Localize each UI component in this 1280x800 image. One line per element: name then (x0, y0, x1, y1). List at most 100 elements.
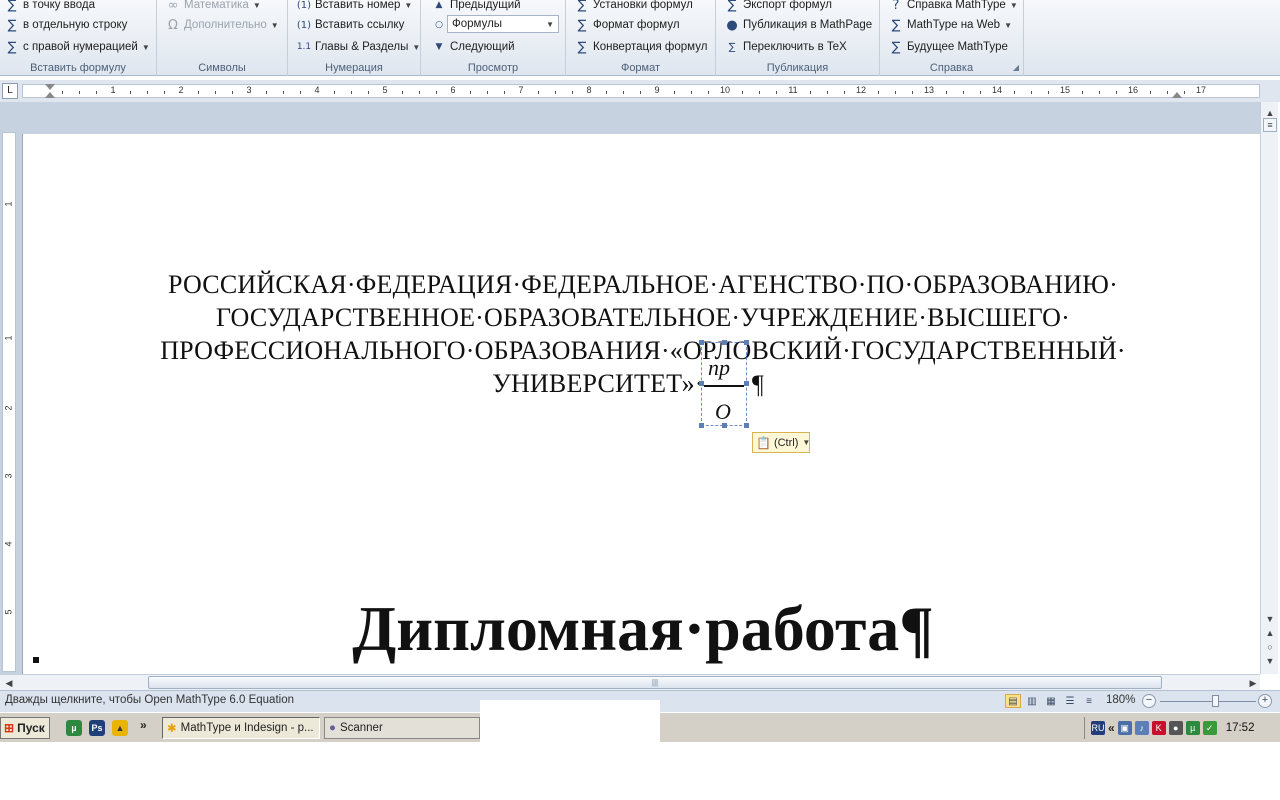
sound-icon[interactable]: ♪ (1134, 721, 1149, 735)
resize-handle[interactable] (722, 423, 727, 428)
status-text: Дважды щелкните, чтобы Open MathType 6.0… (5, 694, 294, 706)
ruler-number: 6 (450, 85, 456, 95)
zoom-slider-track[interactable] (1160, 701, 1256, 702)
ruler-number: 7 (518, 85, 524, 95)
resize-handle[interactable] (744, 381, 749, 386)
start-button[interactable]: ⊞ Пуск (0, 717, 50, 739)
resize-handle[interactable] (722, 340, 727, 345)
mathtype-equation-object[interactable]: пр О (699, 340, 749, 428)
publish-group: ∑ Экспорт формул ● Публикация в MathPage… (716, 0, 880, 76)
insert-reference-button[interactable]: (1) Вставить ссылку (296, 16, 404, 34)
task-mathtype-indesign[interactable]: ✱ MathType и Indesign - p... (162, 717, 320, 739)
ruler-tick (1048, 91, 1049, 94)
task-scanner[interactable]: ● Scanner (324, 717, 480, 739)
document-page[interactable]: РОССИЙСКАЯ·ФЕДЕРАЦИЯ·ФЕДЕРАЛЬНОЕ·АГЕНСТВ… (22, 134, 1260, 674)
resize-handle[interactable] (744, 340, 749, 345)
previous-page-button[interactable]: ▲ (1263, 626, 1277, 640)
ruler-tick (827, 91, 828, 94)
zoom-slider-thumb[interactable] (1212, 695, 1219, 707)
ruler-tick (1116, 91, 1117, 94)
ruler-tick (555, 91, 556, 94)
numbering-group: (1) Вставить номер ▼ (1) Вставить ссылку… (288, 0, 421, 76)
right-indent-marker[interactable] (1172, 92, 1182, 98)
scroll-down-button[interactable]: ▼ (1263, 612, 1277, 626)
left-indent-marker[interactable] (45, 92, 55, 98)
scroll-thumb[interactable] (1263, 132, 1277, 552)
tab-selector[interactable]: L (2, 83, 18, 99)
scroll-left-button[interactable]: ◀ (2, 676, 16, 690)
scroll-thumb[interactable]: ||| (148, 676, 1162, 689)
utorrent-tray-icon[interactable]: µ (1185, 721, 1200, 735)
publish-mathpage-button[interactable]: ● Публикация в MathPage (724, 16, 872, 34)
photoshop-icon[interactable]: Ps (89, 720, 105, 736)
horizontal-scrollbar[interactable]: ◀ ||| ▶ (0, 674, 1260, 690)
resize-handle[interactable] (699, 381, 704, 386)
kaspersky-icon[interactable]: K (1151, 721, 1166, 735)
mathtype-future-button[interactable]: ∑ Будущее MathType (888, 38, 1008, 56)
vertical-scrollbar[interactable]: ▲ ≡ ▼ ▲ ○ ▼ (1260, 102, 1278, 674)
fraction-bar (704, 385, 744, 387)
insert-numbered-button[interactable]: ∑ с правой нумерацией ▼ (4, 38, 150, 56)
extra-symbols-button[interactable]: Ω Дополнительно ▼ (165, 16, 279, 34)
scroll-right-button[interactable]: ▶ (1246, 676, 1260, 690)
formulas-combo[interactable]: Формулы ▼ (447, 15, 559, 33)
dialog-launcher-icon[interactable]: ◢ (1013, 63, 1019, 72)
tray-app-icon[interactable]: ● (1168, 721, 1183, 735)
update-icon[interactable]: ✓ (1202, 721, 1217, 735)
chapters-sections-button[interactable]: 1.1 Главы & Разделы ▼ (296, 38, 421, 56)
next-page-button[interactable]: ▼ (1263, 654, 1277, 668)
toggle-tex-button[interactable]: ∑ Переключить в TeX (724, 38, 847, 56)
formula-format-button[interactable]: ∑ Формат формул (574, 16, 680, 34)
zoom-level[interactable]: 180% (1106, 694, 1135, 706)
outline-view-button[interactable]: ☰ (1062, 694, 1078, 708)
mathtype-web-button[interactable]: ∑ MathType на Web ▼ (888, 16, 1012, 34)
resize-handle[interactable] (699, 340, 704, 345)
insert-number-button[interactable]: (1) Вставить номер ▼ (296, 0, 412, 14)
zoom-in-button[interactable]: + (1258, 694, 1272, 708)
vertical-ruler[interactable]: 1 1 2 3 4 5 (2, 132, 16, 672)
sigma-icon: ∑ (7, 0, 17, 13)
ruler-tick (674, 91, 675, 94)
ruler-number: 15 (1059, 85, 1071, 95)
next-button[interactable]: ▼ Следующий (431, 38, 515, 56)
math-symbols-button[interactable]: ∞ Математика ▼ (165, 0, 261, 14)
ruler-tick (742, 91, 743, 94)
previous-button[interactable]: ▲ Предыдущий (431, 0, 521, 14)
clock[interactable]: 17:52 (1226, 722, 1255, 734)
print-layout-view-button[interactable]: ▤ (1005, 694, 1021, 708)
web-layout-view-button[interactable]: ▦ (1043, 694, 1059, 708)
resize-handle[interactable] (699, 423, 704, 428)
network-icon[interactable]: ▣ (1117, 721, 1132, 735)
org-line: ПРОФЕССИОНАЛЬНОГО·ОБРАЗОВАНИЯ·«ОРЛОВСКИЙ… (160, 336, 1126, 365)
avast-icon[interactable]: ▲ (112, 720, 128, 736)
browse-object-button[interactable]: ○ (1263, 640, 1277, 654)
chevron-down-icon: ▼ (141, 42, 150, 52)
formula-convert-button[interactable]: ∑ Конвертация формул (574, 38, 708, 56)
export-formulas-button[interactable]: ∑ Экспорт формул (724, 0, 832, 14)
formula-settings-button[interactable]: ∑ Установки формул (574, 0, 693, 14)
convert-sigma-icon: ∑ (577, 39, 587, 55)
paste-options-button[interactable]: 📋 (Ctrl) ▼ (752, 432, 810, 453)
reading-view-button[interactable]: ▥ (1024, 694, 1040, 708)
zoom-out-button[interactable]: − (1142, 694, 1156, 708)
mathtype-help-button[interactable]: ? Справка MathType ▼ (888, 0, 1018, 14)
first-line-indent-marker[interactable] (45, 84, 55, 90)
windows-logo-icon: ⊞ (4, 721, 15, 735)
utorrent-icon[interactable]: µ (66, 720, 82, 736)
view-ruler-toggle[interactable]: ≡ (1263, 118, 1277, 132)
org-line: ГОСУДАРСТВЕННОЕ·ОБРАЗОВАТЕЛЬНОЕ·УЧРЕЖДЕН… (215, 303, 1071, 332)
ruler-number: 3 (246, 85, 252, 95)
document-title[interactable]: Дипломная·работа¶ (313, 594, 973, 664)
draft-view-button[interactable]: ≡ (1081, 694, 1097, 708)
circle-icon: ○ (435, 20, 443, 30)
insert-display-button[interactable]: ∑ в отдельную строку (4, 16, 128, 34)
tray-expand-icon[interactable]: « (1108, 721, 1115, 735)
organization-heading[interactable]: РОССИЙСКАЯ·ФЕДЕРАЦИЯ·ФЕДЕРАЛЬНОЕ·АГЕНСТВ… (83, 268, 1203, 400)
insert-inline-button[interactable]: ∑ в точку ввода (4, 0, 95, 14)
ruler-number: 8 (586, 85, 592, 95)
ruler-tick (96, 91, 97, 94)
resize-handle[interactable] (744, 423, 749, 428)
language-indicator[interactable]: RU (1091, 721, 1105, 735)
quicklaunch-overflow[interactable]: » (140, 718, 147, 732)
horizontal-ruler[interactable]: 1 2 3 4 5 6 7 8 9 10 11 12 13 14 15 16 17 (22, 84, 1260, 98)
